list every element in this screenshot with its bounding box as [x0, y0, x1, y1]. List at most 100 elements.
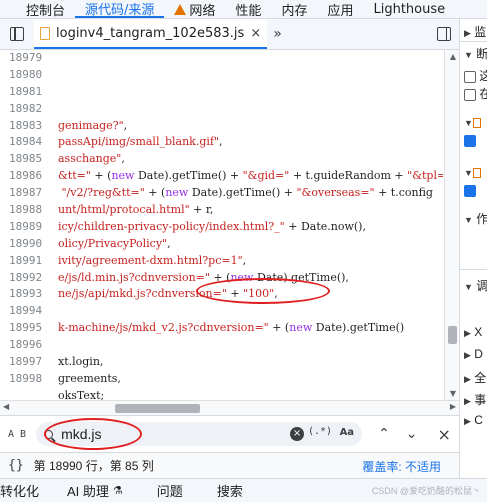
tab-console[interactable]: 控制台 [0, 0, 75, 19]
line-number[interactable]: 18986 [0, 168, 52, 185]
code-line[interactable]: passApi/img/small_blank.gif", [58, 134, 443, 151]
scroll-right-icon[interactable]: ▶ [450, 402, 456, 411]
code-line[interactable]: olicy/PrivacyPolicy", [58, 236, 443, 253]
line-number[interactable]: 18998 [0, 371, 52, 388]
tab-network[interactable]: 网络 [164, 0, 225, 18]
code-line[interactable]: oksText; [58, 388, 443, 400]
pause-uncaught-option[interactable]: 这 [464, 67, 487, 84]
match-case-toggle[interactable]: Aa [340, 427, 355, 438]
code-line[interactable]: asschange", [58, 151, 443, 168]
breakpoint-item[interactable]: ▼ [464, 115, 481, 129]
toggle-debugger-icon[interactable] [437, 27, 451, 41]
code-line[interactable] [58, 101, 443, 118]
line-number[interactable]: 18981 [0, 84, 52, 101]
horizontal-scroll-thumb[interactable] [115, 404, 200, 413]
code-line[interactable] [58, 67, 443, 84]
section-label: 断 [476, 47, 487, 61]
line-number[interactable]: 18994 [0, 303, 52, 320]
coverage-status[interactable]: 覆盖率: 不适用 [362, 458, 441, 475]
call-stack-section[interactable]: ▼ 调 [464, 277, 487, 294]
tab-application[interactable]: 应用 [317, 0, 363, 19]
code-editor[interactable]: 18979 18980 18981 18982 18983 18984 18985 18986… [0, 50, 459, 400]
checkbox[interactable] [464, 134, 476, 147]
drawer-tab-search[interactable]: 搜索 [217, 481, 243, 500]
breakpoint-checkbox[interactable] [464, 133, 476, 147]
code-line[interactable]: e/js/ld.min.js?cdnversion=" + (new Date)… [58, 270, 443, 287]
tab-sources[interactable]: 源代码/来源 [75, 0, 165, 18]
line-number[interactable]: 18988 [0, 202, 52, 219]
line-number[interactable]: 18985 [0, 151, 52, 168]
code-line[interactable]: greements, [58, 371, 443, 388]
drawer-tab-issues[interactable]: 问题 [157, 481, 183, 500]
next-match-icon[interactable]: ⌄ [406, 426, 418, 442]
line-number[interactable]: 18980 [0, 67, 52, 84]
clear-search-icon[interactable]: × [290, 427, 305, 441]
search-field[interactable]: × (.*) Aa [36, 422, 363, 446]
previous-match-icon[interactable]: ⌃ [378, 426, 390, 442]
toggle-navigator-icon[interactable] [10, 27, 24, 41]
checkbox[interactable] [464, 184, 476, 197]
line-number[interactable]: 18995 [0, 320, 52, 337]
dom-section[interactable]: ▶ D [464, 347, 483, 361]
event-section[interactable]: ▶ 事 [464, 391, 486, 408]
tab-performance[interactable]: 性能 [225, 0, 271, 19]
code-line[interactable]: k-machine/js/mkd_v2.js?cdnversion=" + (n… [58, 320, 443, 337]
code-line[interactable] [58, 50, 443, 67]
breakpoint-checkbox[interactable] [464, 183, 476, 197]
line-number[interactable]: 18987 [0, 185, 52, 202]
code-line[interactable]: xt.login, [58, 354, 443, 371]
close-search-icon[interactable]: × [438, 425, 451, 444]
watch-section[interactable]: ▶ 监 [464, 23, 486, 40]
xhr-section[interactable]: ▶ X [464, 325, 482, 339]
global-section[interactable]: ▶ 全 [464, 369, 486, 386]
line-number[interactable]: 18993 [0, 286, 52, 303]
scroll-left-icon[interactable]: ◀ [3, 402, 9, 411]
code-line[interactable]: ivity/agreement-dxm.html?pc=1", [58, 253, 443, 270]
drawer-tab-ai[interactable]: AI 助理 [67, 481, 109, 500]
tab-memory[interactable]: 内存 [271, 0, 317, 19]
scroll-down-icon[interactable]: ▼ [450, 389, 456, 398]
line-number[interactable]: 18979 [0, 50, 52, 67]
line-number[interactable]: 18989 [0, 219, 52, 236]
file-tab[interactable]: loginv4_tangram_102e583.js × [34, 19, 268, 49]
line-number[interactable]: 18996 [0, 337, 52, 354]
code-line[interactable]: &tt=" + (new Date).getTime() + "&gid=" +… [58, 168, 443, 185]
tab-lighthouse[interactable]: Lighthouse [363, 2, 455, 17]
cursor-position: 第 18990 行，第 85 列 [33, 459, 154, 473]
line-number[interactable]: 18984 [0, 134, 52, 151]
more-tabs-icon[interactable]: » [273, 26, 281, 42]
code-line[interactable]: ne/js/api/mkd.js?cdnversion=" + "100", [58, 286, 443, 303]
drawer-tab[interactable]: 转化化 [0, 481, 39, 500]
line-number[interactable]: 18983 [0, 118, 52, 135]
code-line[interactable]: genimage?", [58, 118, 443, 135]
line-number[interactable]: 18997 [0, 354, 52, 371]
scope-section[interactable]: ▼ 作 [464, 210, 487, 227]
breakpoint-item[interactable]: ▼ [464, 165, 481, 179]
code-content[interactable]: genimage?", passApi/img/small_blank.gif",… [58, 50, 443, 400]
code-line[interactable] [58, 303, 443, 320]
code-line[interactable] [58, 337, 443, 354]
checkbox[interactable] [464, 70, 476, 83]
code-line[interactable]: icy/children-privacy-policy/index.html?_… [58, 219, 443, 236]
line-number[interactable]: 18991 [0, 253, 52, 270]
vertical-scroll-thumb[interactable] [448, 326, 457, 344]
line-number[interactable]: 18990 [0, 236, 52, 253]
line-number[interactable]: 18992 [0, 270, 52, 287]
scroll-up-icon[interactable]: ▲ [450, 52, 456, 61]
line-number[interactable]: 18982 [0, 101, 52, 118]
horizontal-scrollbar[interactable]: ◀ ▶ [0, 400, 459, 415]
csp-section[interactable]: ▶ C [464, 413, 483, 427]
code-line[interactable]: unt/html/protocal.html" + r, [58, 202, 443, 219]
section-label: 监 [474, 25, 487, 39]
replace-toggle-icon[interactable]: A B [8, 429, 26, 440]
regex-toggle[interactable]: (.*) [308, 426, 332, 437]
vertical-scrollbar[interactable]: ▲ ▼ [444, 50, 459, 400]
code-line[interactable] [58, 84, 443, 101]
breakpoints-section[interactable]: ▼ 断 [464, 45, 487, 62]
pause-caught-option[interactable]: 在 [464, 85, 487, 102]
checkbox[interactable] [464, 88, 476, 101]
search-input[interactable] [61, 426, 272, 442]
close-tab-icon[interactable]: × [250, 26, 261, 41]
pretty-print-icon[interactable]: {} [8, 458, 24, 473]
code-line[interactable]: "/v2/?reg&tt=" + (new Date).getTime() + … [58, 185, 443, 202]
